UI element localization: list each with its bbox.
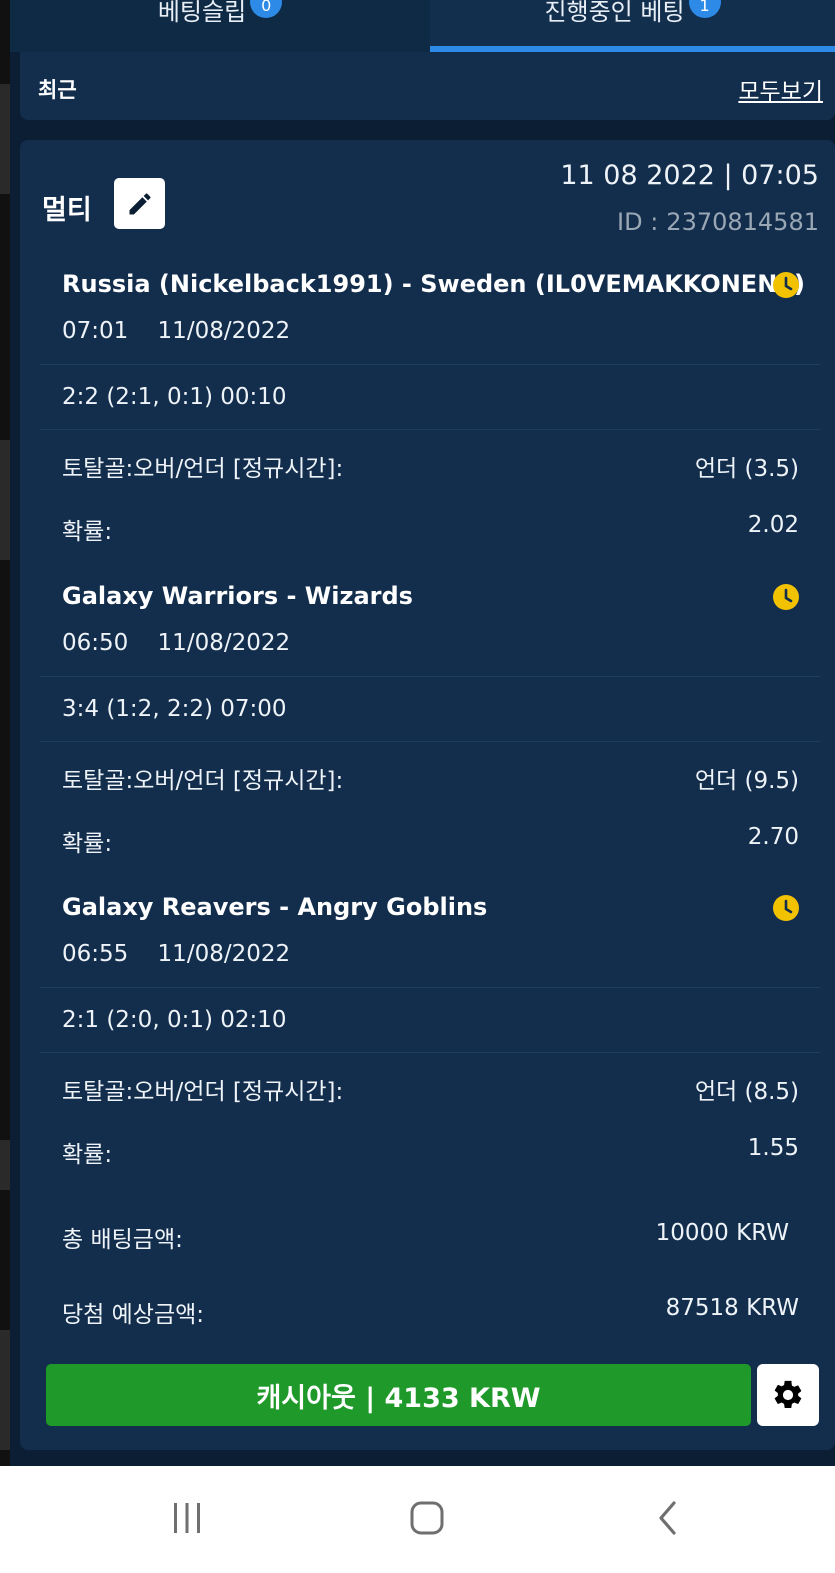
bet-id: ID :2370814581	[617, 208, 819, 236]
event-title: Russia (Nickelback1991) - Sweden (IL0VEM…	[62, 270, 805, 298]
back-button[interactable]	[643, 1496, 693, 1540]
odds-label: 확률:	[62, 1142, 113, 1168]
tab-betslip[interactable]: 베팅슬립 0	[10, 0, 430, 52]
tab-betslip-count-badge: 0	[250, 0, 283, 18]
odds-label: 확률:	[62, 831, 113, 857]
recent-title: 최근	[38, 78, 77, 102]
tab-open-bets[interactable]: 진행중인 베팅 1	[430, 0, 835, 52]
divider	[40, 676, 820, 677]
odds-value: 1.55	[747, 1135, 799, 1161]
bet-type-label: 멀티	[42, 195, 92, 226]
divider	[40, 429, 820, 430]
event-score: 2:1 (2:0, 0:1) 02:10	[62, 1007, 287, 1033]
event-score: 3:4 (1:2, 2:2) 07:00	[62, 696, 287, 722]
back-icon	[659, 1501, 676, 1535]
event-title: Galaxy Warriors - Wizards	[62, 582, 413, 610]
recent-apps-button[interactable]	[162, 1496, 212, 1540]
app-screen: 베팅슬립 0 진행중인 베팅 1 최근 모두보기 멀티 11 08 2022 |…	[0, 0, 835, 1466]
clock-icon	[773, 895, 799, 921]
clock-icon	[773, 584, 799, 610]
divider	[40, 1052, 820, 1053]
bet-card: 멀티 11 08 2022 | 07:05 ID :2370814581 Rus…	[20, 140, 835, 1450]
tab-open-bets-label: 진행중인 베팅	[544, 0, 685, 26]
divider	[40, 741, 820, 742]
potential-win-value: 87518 KRW	[665, 1295, 799, 1321]
event-score: 2:2 (2:1, 0:1) 00:10	[62, 384, 287, 410]
market-pick: 언더 (9.5)	[694, 768, 799, 794]
total-stake-value: 10000 KRW	[655, 1220, 789, 1246]
bet-id-value: 2370814581	[666, 208, 819, 236]
home-icon	[410, 1501, 444, 1535]
market-label: 토탈골:오버/언더 [정규시간]:	[62, 1079, 344, 1105]
total-stake-label: 총 배팅금액:	[62, 1227, 183, 1253]
cashout-button[interactable]: 캐시아웃 | 4133 KRW	[46, 1364, 751, 1426]
clock-icon	[773, 272, 799, 298]
tab-open-bets-count-badge: 1	[688, 0, 721, 18]
recent-header: 최근 모두보기	[20, 52, 835, 120]
odds-label: 확률:	[62, 519, 113, 545]
left-edge-strip	[0, 0, 10, 1466]
market-label: 토탈골:오버/언더 [정규시간]:	[62, 768, 344, 794]
event-start-time: 06:55 11/08/2022	[62, 941, 291, 967]
home-button[interactable]	[402, 1496, 452, 1540]
event-title: Galaxy Reavers - Angry Goblins	[62, 893, 488, 921]
view-all-link[interactable]: 모두보기	[738, 72, 823, 106]
bet-id-label: ID :	[617, 208, 659, 236]
edit-icon	[129, 192, 151, 214]
odds-value: 2.70	[747, 824, 799, 850]
cashout-settings-button[interactable]	[757, 1364, 819, 1426]
edit-bet-button[interactable]	[114, 178, 165, 229]
gear-icon	[774, 1380, 802, 1409]
potential-win-label: 당첨 예상금액:	[62, 1302, 205, 1328]
market-pick: 언더 (3.5)	[694, 456, 799, 482]
market-pick: 언더 (8.5)	[694, 1079, 799, 1105]
system-nav-bar	[0, 1466, 835, 1573]
bet-datetime: 11 08 2022 | 07:05	[560, 160, 819, 191]
recent-apps-icon	[174, 1503, 200, 1533]
tab-betslip-label: 베팅슬립	[157, 0, 247, 26]
divider	[40, 987, 820, 988]
divider	[40, 364, 820, 365]
odds-value: 2.02	[747, 512, 799, 538]
event-start-time: 07:01 11/08/2022	[62, 318, 291, 344]
bet-tabs: 베팅슬립 0 진행중인 베팅 1	[10, 0, 835, 52]
market-label: 토탈골:오버/언더 [정규시간]:	[62, 456, 344, 482]
event-start-time: 06:50 11/08/2022	[62, 630, 291, 656]
